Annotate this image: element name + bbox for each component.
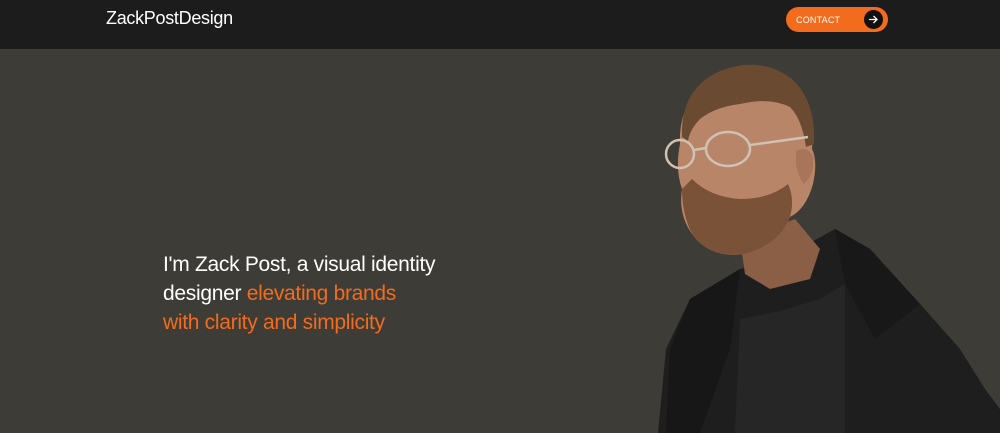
site-logo[interactable]: ZackPostDesign (106, 8, 233, 29)
arrow-right-icon (864, 10, 883, 29)
contact-button-label: CONTACT (796, 14, 841, 25)
headline-line-2-accent: elevating brands (246, 282, 397, 305)
headline-line-1: I'm Zack Post, a visual identity (163, 253, 436, 276)
designer-portrait-image (658, 64, 1000, 433)
headline-line-3-accent: with clarity and simplicity (163, 311, 385, 334)
contact-button[interactable]: CONTACT (786, 7, 888, 32)
headline-line-2-white: designer (163, 282, 247, 305)
top-navbar: ZackPostDesign CONTACT (0, 0, 1000, 49)
hero-headline: I'm Zack Post, a visual identity designe… (163, 250, 483, 337)
